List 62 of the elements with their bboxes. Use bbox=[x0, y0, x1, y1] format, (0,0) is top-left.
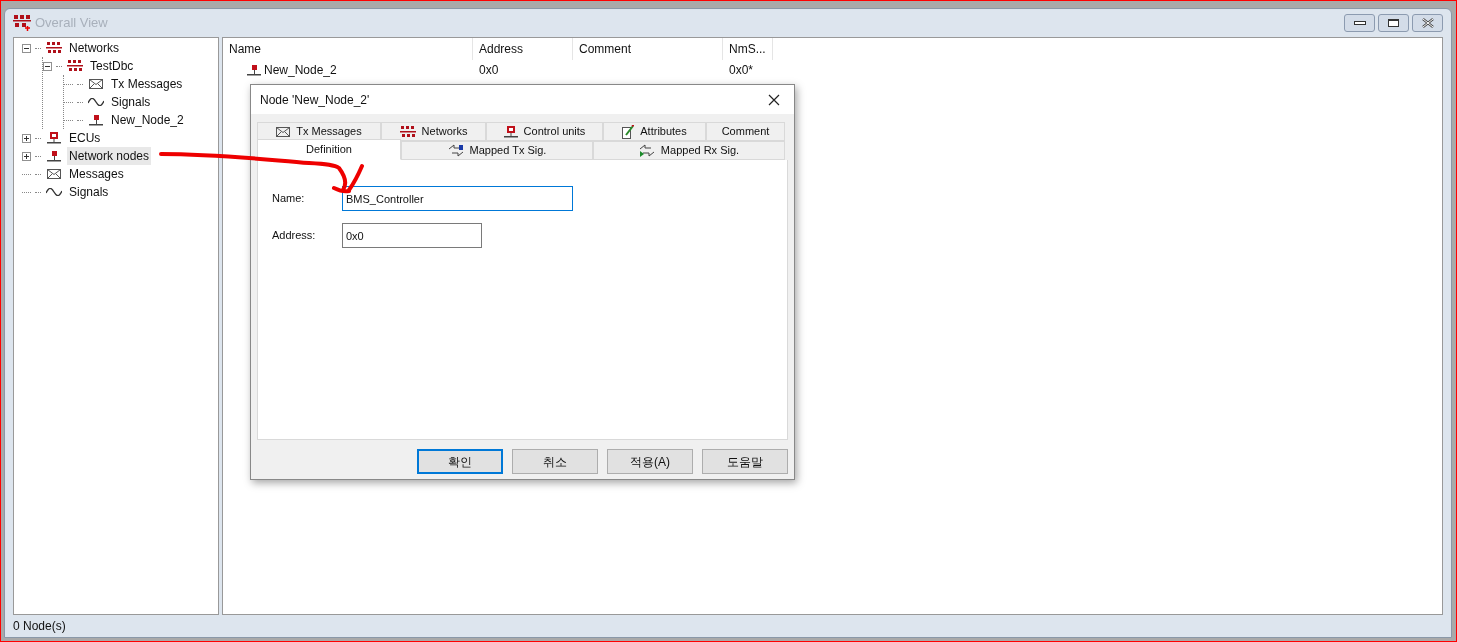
dialog-button[interactable]: 확인 bbox=[417, 449, 503, 474]
envelope-icon bbox=[276, 126, 291, 137]
dialog-button[interactable]: 취소 bbox=[512, 449, 598, 474]
tree-item[interactable]: Network nodes bbox=[67, 147, 152, 165]
tree-item[interactable]: Tx Messages bbox=[109, 75, 185, 93]
minimize-button[interactable] bbox=[1344, 14, 1375, 32]
tree-item[interactable]: Signals bbox=[67, 183, 111, 201]
tab[interactable]: Definition bbox=[257, 139, 401, 160]
network-tree-icon bbox=[13, 15, 31, 31]
wave-icon bbox=[46, 188, 62, 196]
network-icon bbox=[67, 60, 83, 72]
network-icon bbox=[399, 125, 416, 138]
column-header[interactable]: Comment bbox=[573, 38, 723, 60]
tree-item[interactable]: TestDbc bbox=[88, 57, 136, 75]
tree-item[interactable]: Messages bbox=[67, 165, 126, 183]
minus-icon bbox=[24, 45, 29, 51]
plus-icon bbox=[24, 135, 29, 141]
tab[interactable]: Comment bbox=[706, 122, 785, 141]
ecu-icon bbox=[503, 125, 518, 138]
tree-item[interactable]: Networks bbox=[67, 39, 121, 57]
field-label: Name: bbox=[272, 191, 306, 207]
envelope-icon bbox=[89, 79, 103, 89]
ecu-icon bbox=[47, 132, 61, 144]
tab[interactable]: Networks bbox=[381, 122, 486, 141]
table-cell: 0x0* bbox=[729, 63, 754, 77]
table-cell-text: New_Node_2 bbox=[264, 62, 337, 79]
column-header[interactable]: Name bbox=[223, 38, 473, 60]
network-icon bbox=[46, 42, 62, 54]
tab[interactable]: Control units bbox=[486, 122, 603, 141]
minus-icon bbox=[45, 63, 50, 69]
wave-icon bbox=[88, 98, 104, 106]
close-icon bbox=[1421, 18, 1434, 28]
column-header[interactable]: NmS... bbox=[723, 38, 773, 60]
node-icon bbox=[47, 150, 61, 162]
field-label: Address: bbox=[272, 228, 317, 244]
exchange-icon bbox=[447, 144, 464, 157]
plus-icon bbox=[24, 153, 29, 159]
restore-button[interactable] bbox=[1378, 14, 1409, 32]
column-header[interactable]: Address bbox=[473, 38, 573, 60]
collapse-toggle[interactable] bbox=[43, 61, 52, 71]
pencil-note-icon bbox=[622, 124, 635, 139]
dialog-button[interactable]: 적용(A) bbox=[607, 449, 693, 474]
table-cell: 0x0 bbox=[479, 63, 499, 77]
node-icon bbox=[89, 114, 103, 126]
tab[interactable]: Mapped Tx Sig. bbox=[401, 141, 593, 160]
close-icon bbox=[768, 93, 780, 106]
status-text: 0 Node(s) bbox=[13, 618, 66, 635]
expand-toggle[interactable] bbox=[22, 133, 31, 143]
tree-item[interactable]: Signals bbox=[109, 93, 153, 111]
envelope-icon bbox=[47, 169, 61, 179]
text-field[interactable]: 0x0 bbox=[342, 223, 482, 248]
node-icon bbox=[247, 64, 261, 76]
tree-item[interactable]: ECUs bbox=[67, 129, 103, 147]
dialog-button[interactable]: 도움말 bbox=[702, 449, 788, 474]
tab[interactable]: Attributes bbox=[603, 122, 706, 141]
text-field[interactable]: BMS_Controller bbox=[342, 186, 573, 211]
expand-toggle[interactable] bbox=[22, 151, 31, 161]
tab[interactable]: Mapped Rx Sig. bbox=[593, 141, 785, 160]
exchange-icon bbox=[638, 144, 655, 157]
dialog-title: Node 'New_Node_2' bbox=[260, 91, 370, 109]
tree-item[interactable]: New_Node_2 bbox=[109, 111, 186, 129]
collapse-toggle[interactable] bbox=[22, 43, 31, 53]
